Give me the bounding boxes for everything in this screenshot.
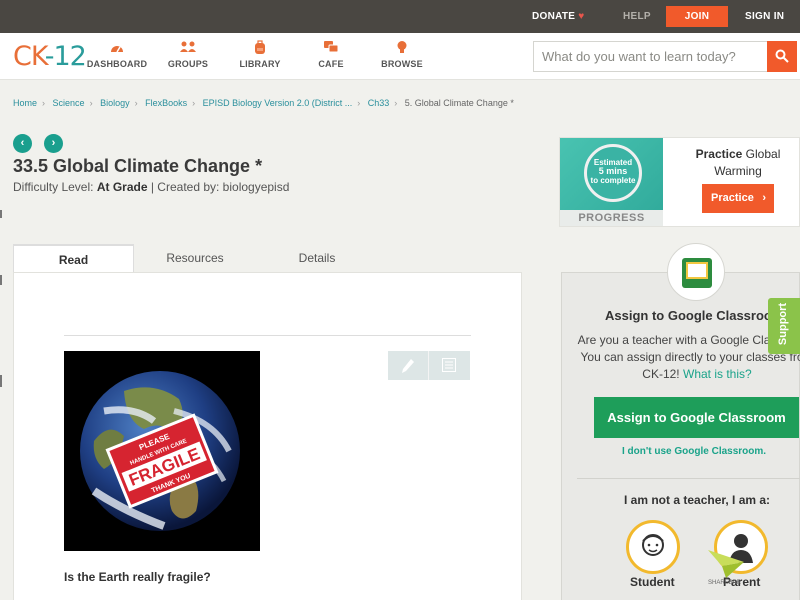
edge-mark	[0, 275, 2, 285]
chevron-right-icon: ›	[51, 137, 56, 149]
practice-title: Practice Global Warming	[675, 146, 800, 180]
assign-title: Assign to Google Classroom	[605, 308, 784, 323]
notes-icon	[442, 358, 456, 372]
breadcrumb-science[interactable]: Science	[53, 98, 85, 108]
image-caption: Is the Earth really fragile?	[64, 570, 211, 584]
heart-icon: ♥	[578, 11, 585, 22]
breadcrumb-current: 5. Global Climate Change *	[404, 98, 514, 108]
breadcrumb-separator: ›	[134, 98, 138, 108]
not-teacher-heading: I am not a teacher, I am a:	[624, 493, 771, 507]
search-box	[533, 41, 797, 72]
edge-mark	[0, 210, 2, 218]
support-tab[interactable]: Support	[768, 298, 800, 354]
assign-description: Are you a teacher with a Google Classroo…	[577, 332, 800, 383]
breadcrumb-flexbooks[interactable]: FlexBooks	[145, 98, 187, 108]
next-lesson-button[interactable]: ›	[44, 134, 63, 153]
page-title: 33.5 Global Climate Change *	[13, 156, 263, 176]
chevron-left-icon: ‹	[20, 137, 25, 149]
previous-lesson-button[interactable]: ‹	[13, 134, 32, 153]
student-label: Student	[630, 575, 675, 589]
practice-button-label: Practice	[711, 192, 754, 204]
breadcrumb-separator: ›	[89, 98, 93, 108]
assign-divider	[577, 478, 800, 479]
breadcrumb-book[interactable]: EPISD Biology Version 2.0 (District ...	[203, 98, 353, 108]
sign-in-link[interactable]: SIGN IN	[745, 0, 784, 33]
what-is-this-link[interactable]: What is this?	[683, 367, 752, 381]
nav-groups-label: GROUPS	[167, 59, 209, 69]
tab-read[interactable]: Read	[13, 244, 134, 273]
breadcrumb-separator: ›	[394, 98, 398, 108]
nav-cafe[interactable]: CAFE	[296, 40, 366, 69]
content-tabs: Read Resources Details	[13, 244, 522, 273]
progress-label: PROGRESS	[578, 212, 645, 224]
help-link[interactable]: HELP	[623, 0, 651, 33]
edge-mark	[0, 375, 2, 387]
backpack-icon	[225, 40, 295, 56]
nav-browse[interactable]: BROWSE	[367, 40, 437, 69]
difficulty-value: At Grade	[96, 180, 148, 194]
highlight-tool-button[interactable]	[388, 351, 429, 380]
earth-fragile-image: PLEASE HANDLE WITH CARE FRAGILE THANK YO…	[64, 351, 260, 551]
breadcrumb-separator: ›	[42, 98, 46, 108]
top-bar: DONATE ♥ HELP JOIN SIGN IN	[0, 0, 800, 33]
people-icon	[153, 40, 223, 56]
nav-dashboard-label: DASHBOARD	[86, 59, 148, 69]
earth-illustration: PLEASE HANDLE WITH CARE FRAGILE THANK YO…	[80, 371, 240, 531]
practice-title-bold: Practice	[695, 147, 743, 161]
sharebar-widget[interactable]: SHAREBAR	[708, 548, 748, 590]
annotation-toolbar	[388, 351, 470, 380]
donate-link[interactable]: DONATE ♥	[532, 0, 585, 33]
google-classroom-logo	[667, 243, 725, 301]
estimate-suffix: to complete	[590, 176, 636, 185]
nav-cafe-label: CAFE	[318, 59, 344, 69]
tab-details[interactable]: Details	[256, 244, 378, 273]
breadcrumb-separator: ›	[192, 98, 196, 108]
practice-thumbnail[interactable]: Estimated 5 mins to complete PROGRESS	[560, 138, 663, 226]
created-by: | Created by: biologyepisd	[150, 180, 290, 194]
content-divider	[64, 335, 471, 336]
support-label: Support	[777, 302, 790, 346]
gauge-icon	[82, 40, 152, 56]
practice-card: Estimated 5 mins to complete PROGRESS Pr…	[559, 137, 800, 227]
search-icon	[775, 49, 789, 63]
tab-resources[interactable]: Resources	[134, 244, 256, 273]
sharebar-label: SHAREBAR	[708, 580, 742, 586]
logo-num: -12	[44, 41, 87, 72]
google-classroom-icon	[682, 258, 712, 288]
pencil-icon	[402, 359, 414, 373]
chevron-right-icon: ›	[762, 192, 766, 204]
ck12-logo[interactable]: CK-12	[13, 41, 87, 72]
nav-dashboard[interactable]: DASHBOARD	[82, 40, 152, 69]
nav-groups[interactable]: GROUPS	[153, 40, 223, 69]
breadcrumb: Home › Science › Biology › FlexBooks › EPISD…	[13, 98, 514, 108]
estimate-mins: 5 mins	[598, 166, 628, 176]
lightbulb-icon	[367, 40, 437, 56]
paper-plane-icon	[708, 550, 744, 578]
search-input[interactable]	[534, 42, 768, 71]
breadcrumb-biology[interactable]: Biology	[100, 98, 130, 108]
nav-library-label: LIBRARY	[239, 59, 281, 69]
donate-label: DONATE	[532, 11, 576, 22]
difficulty-line: Difficulty Level: At Grade | Created by:…	[13, 180, 289, 194]
no-google-classroom-link[interactable]: I don't use Google Classroom.	[622, 446, 766, 457]
join-button[interactable]: JOIN	[666, 6, 728, 27]
breadcrumb-separator: ›	[357, 98, 361, 108]
nav-library[interactable]: LIBRARY	[225, 40, 295, 69]
breadcrumb-home[interactable]: Home	[13, 98, 37, 108]
student-role-button[interactable]	[626, 520, 680, 574]
estimate-text: Estimated 5 mins to complete	[584, 158, 642, 185]
main-nav: CK-12 DASHBOARD GROUPS LIBRARY CAFE BROW…	[0, 33, 800, 80]
breadcrumb-chapter[interactable]: Ch33	[368, 98, 390, 108]
practice-button[interactable]: Practice ›	[702, 184, 774, 213]
difficulty-label: Difficulty Level:	[13, 180, 94, 194]
chat-bubbles-icon	[296, 40, 366, 56]
search-button[interactable]	[767, 41, 797, 72]
assign-to-classroom-button[interactable]: Assign to Google Classroom	[594, 397, 799, 438]
notes-tool-button[interactable]	[429, 351, 470, 380]
nav-browse-label: BROWSE	[381, 59, 423, 69]
logo-ck: CK	[13, 41, 46, 72]
chalkboard-shape	[686, 262, 708, 279]
student-face-icon	[642, 534, 664, 556]
